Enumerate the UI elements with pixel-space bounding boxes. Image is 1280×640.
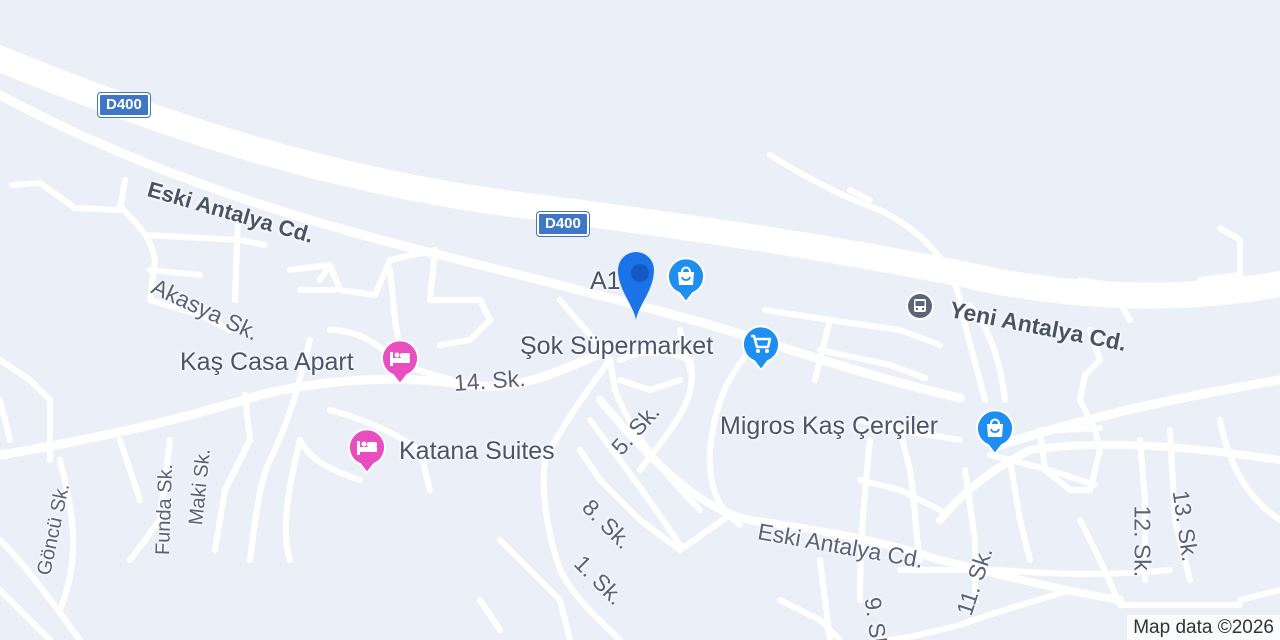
poi-migros[interactable] — [975, 408, 1015, 454]
street-label-12-sk: 12. Sk. — [1129, 505, 1156, 578]
poi-sok-supermarket[interactable] — [741, 324, 781, 370]
street-label-14-sk: 14. Sk. — [453, 365, 527, 396]
poi-label-katana-suites[interactable]: Katana Suites — [399, 439, 555, 464]
street-label-funda: Funda Sk. — [152, 463, 178, 556]
poi-kas-casa-apart[interactable] — [380, 338, 420, 384]
poi-label-kas-casa-apart[interactable]: Kaş Casa Apart — [180, 350, 354, 375]
highway-shield-d400: D400 — [537, 212, 589, 236]
map-canvas[interactable]: D400 D400 Eski Antalya Cd. Yeni Antalya … — [0, 0, 1280, 640]
poi-label-sok-supermarket[interactable]: Şok Süpermarket — [520, 334, 713, 359]
poi-katana-suites[interactable] — [347, 427, 387, 473]
map-attribution[interactable]: Map data ©2026 — [1127, 615, 1280, 640]
highway-shield-d400: D400 — [98, 93, 150, 117]
poi-a101[interactable] — [666, 256, 706, 302]
poi-label-migros[interactable]: Migros Kaş Çerçiler — [720, 414, 938, 439]
bus-stop-icon — [908, 294, 932, 318]
bus-stop-marker[interactable] — [906, 292, 934, 320]
location-pin-icon[interactable] — [614, 246, 658, 320]
road-network — [0, 45, 1280, 640]
